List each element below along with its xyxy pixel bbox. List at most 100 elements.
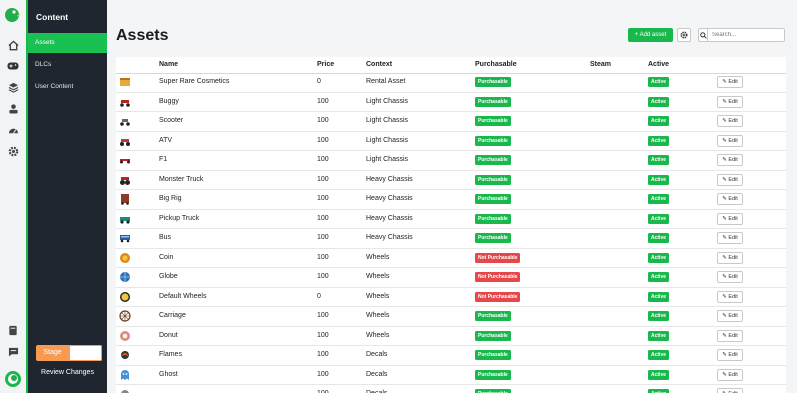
edit-label: Edit — [728, 98, 738, 105]
table-row[interactable]: Carriage 100 Wheels Purchasable Active ✎ Edit — [116, 307, 786, 327]
edit-button[interactable]: ✎ Edit — [717, 329, 743, 342]
add-asset-label: Add asset — [639, 32, 667, 38]
purchasable-badge: Purchasable — [475, 350, 511, 360]
edit-label: Edit — [728, 196, 738, 202]
asset-name: Pickup Truck — [159, 214, 200, 222]
edit-label: Edit — [728, 371, 738, 378]
pickup-truck-icon — [119, 213, 131, 225]
edit-button[interactable]: ✎ Edit — [717, 76, 743, 88]
app-logo-icon[interactable] — [4, 6, 22, 24]
edit-button[interactable]: ✎ Edit — [717, 115, 743, 127]
asset-context: Wheels — [366, 292, 390, 300]
active-badge: Active — [648, 174, 670, 185]
edit-button[interactable]: ✎ Edit — [717, 251, 743, 264]
purchasable-badge: Purchasable — [475, 330, 511, 341]
edit-button[interactable]: ✎ Edit — [717, 349, 743, 361]
asset-name: Bus — [159, 234, 172, 241]
edit-button[interactable]: ✎ Edit — [717, 193, 743, 205]
edit-button[interactable]: ✎ Edit — [717, 232, 743, 244]
stage-toggle[interactable]: Stage — [36, 345, 102, 361]
asset-name: Globe — [159, 273, 178, 280]
table-row[interactable]: Super Rare Cosmetics 0 Rental Asset Purchas… — [116, 73, 786, 93]
column-header-purchasable[interactable]: Purchasable — [475, 61, 517, 68]
sidebar-item-user-content[interactable]: User Content — [28, 77, 107, 97]
content-sidebar: Content Assets DLCs User Content Stage R… — [26, 0, 107, 393]
table-row[interactable]: Donut 100 Wheels Purchasable Active ✎ Edit — [116, 327, 786, 346]
edit-button[interactable]: ✎ Edit — [717, 95, 743, 108]
column-header-price[interactable]: Price — [317, 61, 334, 68]
column-header-active[interactable]: Active — [648, 61, 669, 68]
table-row[interactable]: Pickup Truck 100 Heavy Chassis Purchasable A… — [116, 210, 786, 229]
search-input[interactable] — [708, 29, 784, 41]
table-row[interactable]: Ghost 100 Decals Purchasable Active ✎ Edit — [116, 366, 786, 385]
sidebar-item-assets[interactable]: Assets — [28, 33, 107, 53]
asset-price: 100 — [317, 214, 329, 222]
edit-button[interactable]: ✎ Edit — [717, 212, 743, 225]
table-row[interactable]: Coin 100 Wheels Not Purchasable Active ✎ Edit — [116, 249, 786, 268]
review-changes-button[interactable]: Review Changes — [28, 369, 107, 376]
edit-label: Edit — [728, 254, 738, 261]
purchasable-badge: Purchasable — [475, 96, 511, 107]
table-row[interactable]: Flames 100 Decals Purchasable Active ✎ Edit — [116, 346, 786, 366]
settings-gear-icon[interactable] — [6, 144, 20, 158]
bus-icon — [119, 232, 131, 244]
asset-name: Monster Truck — [159, 175, 204, 183]
asset-name: Coin — [159, 253, 174, 261]
table-row[interactable]: F1 100 Light Chassis Purchasable Active ✎ Edi… — [116, 151, 786, 171]
asset-price: 100 — [317, 273, 329, 280]
active-badge: Active — [648, 389, 670, 393]
sidebar-item-dlcs[interactable]: DLCs — [28, 55, 107, 75]
table-settings-button[interactable] — [677, 28, 691, 42]
carriage-wheel-icon — [119, 310, 131, 322]
table-row[interactable]: Scooter 100 Light Chassis Purchasable Active… — [116, 112, 786, 132]
book-icon[interactable] — [6, 323, 20, 337]
edit-button[interactable]: ✎ Edit — [717, 154, 743, 166]
dashboard-gauge-icon[interactable] — [6, 123, 20, 137]
search-icon[interactable] — [699, 29, 708, 41]
table-row[interactable]: Globe 100 Wheels Not Purchasable Active ✎ Edi… — [116, 268, 786, 288]
stage-switch[interactable] — [69, 345, 102, 361]
asset-context: Heavy Chassis — [366, 214, 413, 222]
asset-context: Light Chassis — [366, 117, 409, 124]
default-wheel-icon — [119, 291, 131, 303]
table-row[interactable]: Default Wheels 0 Wheels Not Purchasable Acti… — [116, 288, 786, 307]
column-header-steam[interactable]: Steam — [590, 61, 611, 68]
decal-icon — [119, 388, 131, 393]
asset-context: Heavy Chassis — [366, 234, 413, 241]
table-row[interactable]: Buggy 100 Light Chassis Purchasable Active ✎ … — [116, 93, 786, 112]
table-row[interactable]: Big Rig 100 Heavy Chassis Purchasable Active… — [116, 190, 786, 210]
ghost-decal-icon — [119, 369, 131, 381]
edit-button[interactable]: ✎ Edit — [717, 310, 743, 322]
chat-icon[interactable] — [6, 345, 20, 359]
asset-name: Scooter — [159, 117, 184, 124]
asset-name: F1 — [159, 156, 168, 163]
asset-price: 100 — [317, 156, 329, 163]
add-asset-button[interactable]: + Add asset — [628, 28, 673, 42]
edit-button[interactable]: ✎ Edit — [717, 368, 743, 381]
table-row[interactable]: Monster Truck 100 Heavy Chassis Purchasable… — [116, 171, 786, 190]
edit-button[interactable]: ✎ Edit — [717, 388, 743, 393]
table-header: Name Price Context Purchasable Steam Act… — [116, 57, 786, 74]
column-header-name[interactable]: Name — [159, 61, 178, 68]
flames-decal-icon — [119, 349, 131, 361]
gamepad-icon[interactable] — [6, 59, 20, 73]
purchasable-badge: Purchasable — [475, 77, 511, 87]
table-row[interactable]: 100DecalsPurchasableActive✎ Edit — [116, 385, 786, 393]
user-avatar-icon[interactable] — [4, 370, 22, 388]
layers-icon[interactable] — [6, 80, 20, 94]
table-row[interactable]: ATV 100 Light Chassis Purchasable Active ✎ Ed… — [116, 132, 786, 151]
icon-rail — [0, 0, 27, 393]
home-icon[interactable] — [6, 38, 20, 52]
active-badge: Active — [648, 252, 670, 263]
purchasable-badge: Purchasable — [475, 174, 511, 185]
edit-button[interactable]: ✎ Edit — [717, 173, 743, 186]
edit-button[interactable]: ✎ Edit — [717, 134, 743, 147]
edit-button[interactable]: ✎ Edit — [717, 290, 743, 303]
edit-label: Edit — [728, 313, 738, 319]
column-header-context[interactable]: Context — [366, 61, 392, 68]
user-badge-icon[interactable] — [6, 101, 20, 115]
asset-context: Wheels — [366, 253, 390, 261]
table-row[interactable]: Bus 100 Heavy Chassis Purchasable Active ✎ Ed… — [116, 229, 786, 249]
edit-button[interactable]: ✎ Edit — [717, 271, 743, 283]
asset-price: 100 — [317, 195, 329, 202]
